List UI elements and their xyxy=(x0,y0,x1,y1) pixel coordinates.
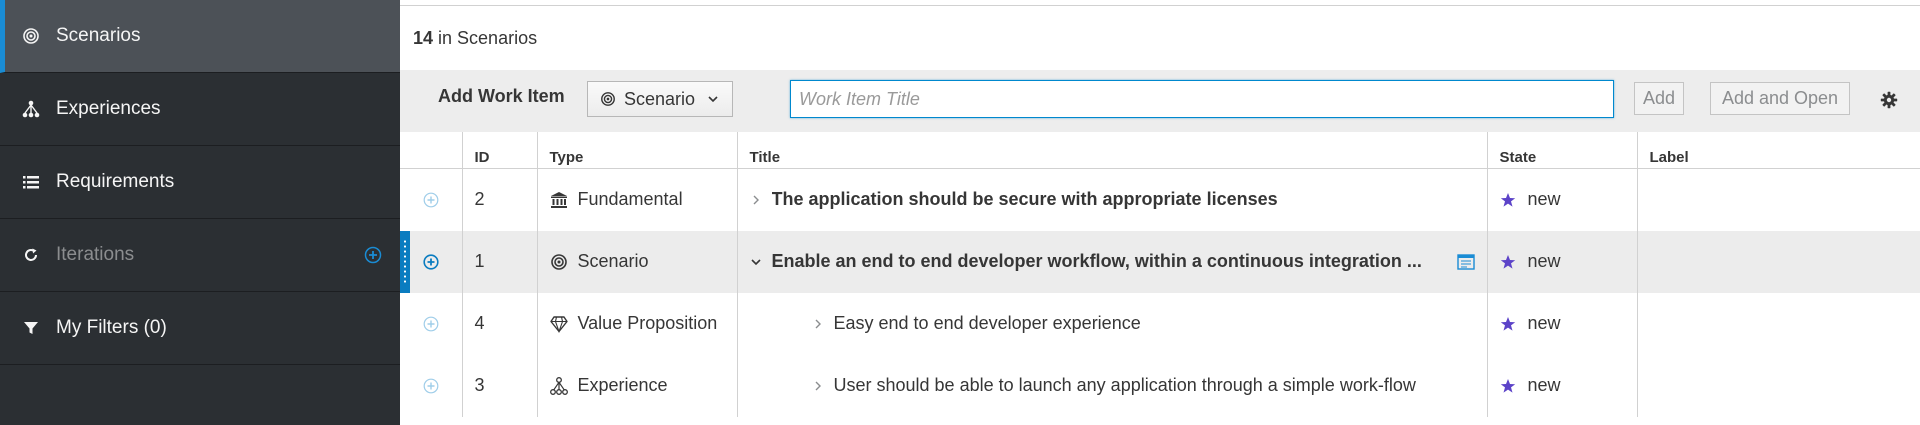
row-state[interactable]: new xyxy=(1487,230,1638,293)
row-id: 4 xyxy=(462,292,538,355)
drag-handle[interactable] xyxy=(400,230,410,293)
target-icon xyxy=(601,92,615,106)
row-title[interactable]: Enable an end to end developer workflow,… xyxy=(737,230,1488,293)
row-type: Experience xyxy=(537,354,738,417)
work-items-table: ID Type Title State Label 2 Fundamental … xyxy=(400,132,1920,417)
table-row[interactable]: 4 Value Proposition Easy end to end deve… xyxy=(400,292,1920,355)
add-work-item-bar: Add Work Item Scenario Add Add and Open xyxy=(400,70,1920,132)
sidebar-item-requirements[interactable]: Requirements xyxy=(0,146,400,219)
row-state-label: new xyxy=(1527,313,1561,333)
row-add-cell xyxy=(400,354,463,417)
hierarchy-icon xyxy=(549,376,568,395)
column-header-label[interactable]: Label xyxy=(1637,132,1920,169)
row-type-label: Experience xyxy=(577,375,668,395)
board-icon[interactable] xyxy=(1456,253,1475,270)
column-header-title[interactable]: Title xyxy=(737,132,1488,169)
column-header-id[interactable]: ID xyxy=(462,132,538,169)
sidebar-item-iterations[interactable]: Iterations xyxy=(0,219,400,292)
work-item-type-value: Scenario xyxy=(624,88,696,109)
work-item-title-input[interactable] xyxy=(790,80,1614,118)
result-count-number: 14 xyxy=(413,27,434,48)
add-child-icon[interactable] xyxy=(423,192,439,208)
target-icon xyxy=(22,27,40,45)
work-item-type-dropdown[interactable]: Scenario xyxy=(587,81,733,117)
row-title[interactable]: User should be able to launch any applic… xyxy=(737,354,1488,417)
row-id: 3 xyxy=(462,354,538,417)
row-label xyxy=(1637,293,1920,355)
row-add-cell xyxy=(400,292,463,355)
row-label xyxy=(1637,230,1920,293)
diamond-icon xyxy=(549,315,568,333)
list-icon xyxy=(22,173,40,191)
row-title-text[interactable]: Enable an end to end developer workflow,… xyxy=(772,251,1422,272)
table-row[interactable]: 1 Scenario Enable an end to end develope… xyxy=(400,230,1920,293)
add-child-icon[interactable] xyxy=(423,378,439,394)
sidebar-item-label: Iterations xyxy=(56,244,135,265)
hierarchy-icon xyxy=(22,100,40,118)
row-state[interactable]: new xyxy=(1487,168,1638,231)
target-icon xyxy=(550,253,567,270)
column-header-add xyxy=(400,132,463,169)
result-count: 14 in Scenarios xyxy=(400,6,1920,70)
add-and-open-button[interactable]: Add and Open xyxy=(1710,82,1850,115)
row-label xyxy=(1637,355,1920,417)
row-title-text[interactable]: Easy end to end developer experience xyxy=(834,313,1141,334)
row-id: 1 xyxy=(462,230,538,293)
sidebar-item-scenarios[interactable]: Scenarios xyxy=(0,0,400,73)
add-button[interactable]: Add xyxy=(1634,82,1684,115)
row-label xyxy=(1637,168,1920,231)
gear-icon[interactable] xyxy=(1880,91,1898,109)
row-type-label: Fundamental xyxy=(577,189,683,209)
star-icon xyxy=(1500,378,1515,393)
row-add-cell xyxy=(400,230,463,293)
sidebar-item-label: Requirements xyxy=(56,171,175,192)
filter-icon xyxy=(22,319,40,337)
row-title[interactable]: Easy end to end developer experience xyxy=(737,292,1488,355)
row-title[interactable]: The application should be secure with ap… xyxy=(737,168,1488,231)
sidebar-item-label: Experiences xyxy=(56,98,161,119)
result-count-label: in Scenarios xyxy=(438,27,538,48)
chevron-right-icon[interactable] xyxy=(750,194,762,206)
sidebar-item-label: Scenarios xyxy=(56,25,141,46)
add-child-icon[interactable] xyxy=(423,316,439,332)
row-title-text[interactable]: The application should be secure with ap… xyxy=(772,189,1278,210)
sidebar-item-my-filters[interactable]: My Filters (0) xyxy=(0,292,400,365)
row-state[interactable]: new xyxy=(1487,354,1638,417)
column-header-state[interactable]: State xyxy=(1487,132,1638,169)
chevron-right-icon[interactable] xyxy=(812,318,824,330)
sidebar-item-experiences[interactable]: Experiences xyxy=(0,73,400,146)
row-id: 2 xyxy=(462,168,538,231)
row-title-text[interactable]: User should be able to launch any applic… xyxy=(834,375,1416,396)
row-type-label: Scenario xyxy=(577,251,649,271)
star-icon xyxy=(1500,316,1515,331)
sidebar: Scenarios Experiences Requirements Itera… xyxy=(0,0,400,425)
chevron-right-icon[interactable] xyxy=(812,380,824,392)
row-type-label: Value Proposition xyxy=(577,313,718,333)
app-window: Scenarios Experiences Requirements Itera… xyxy=(0,0,1920,425)
add-work-item-label: Add Work Item xyxy=(438,86,565,106)
sidebar-item-label: My Filters (0) xyxy=(56,317,167,338)
row-state-label: new xyxy=(1527,251,1561,271)
row-state-label: new xyxy=(1527,189,1561,209)
main-content: 14 in Scenarios Add Work Item Scenario A… xyxy=(400,0,1920,425)
column-header-type[interactable]: Type xyxy=(537,132,738,169)
row-state[interactable]: new xyxy=(1487,292,1638,355)
row-state-label: new xyxy=(1527,375,1561,395)
add-iteration-icon[interactable] xyxy=(364,246,382,264)
table-row[interactable]: 2 Fundamental The application should be … xyxy=(400,168,1920,231)
row-type: Fundamental xyxy=(537,168,738,231)
star-icon xyxy=(1500,192,1515,207)
row-add-cell xyxy=(400,168,463,231)
chevron-down-icon[interactable] xyxy=(750,256,762,268)
row-type: Value Proposition xyxy=(537,292,738,355)
add-child-icon[interactable] xyxy=(423,254,439,270)
star-icon xyxy=(1500,254,1515,269)
chevron-down-icon xyxy=(708,96,718,103)
bank-icon xyxy=(550,191,567,208)
table-header-row: ID Type Title State Label xyxy=(400,132,1920,169)
row-type: Scenario xyxy=(537,230,738,293)
table-row[interactable]: 3 Experience User should be able to laun… xyxy=(400,354,1920,417)
refresh-icon xyxy=(22,246,40,264)
